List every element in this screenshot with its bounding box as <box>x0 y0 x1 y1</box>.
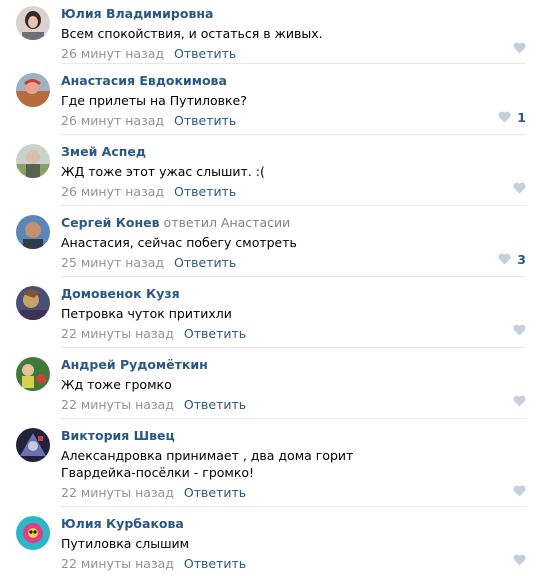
divider <box>61 134 526 135</box>
comment-text: Петровка чуток притихли <box>61 305 520 322</box>
like-button[interactable] <box>513 41 526 55</box>
comment-text-line: Гвардейка-посёлки - громко! <box>61 465 255 480</box>
reply-button[interactable]: Ответить <box>184 397 246 412</box>
author-link[interactable]: Юлия Курбакова <box>61 516 184 531</box>
avatar[interactable] <box>16 357 50 391</box>
comment-header: Виктория Швец <box>61 428 520 444</box>
avatar[interactable] <box>16 428 50 462</box>
avatar[interactable] <box>16 144 50 178</box>
comment-text-line: Анастасия, сейчас побегу смотреть <box>61 235 297 250</box>
reply-button[interactable]: Ответить <box>174 113 236 128</box>
comment-text: Жд тоже громко <box>61 376 520 393</box>
comment-text-line: Александровка принимает , два дома горит <box>61 448 354 463</box>
comment-time[interactable]: 26 минут назад <box>61 184 164 199</box>
heart-icon <box>513 395 526 407</box>
author-link[interactable]: Домовенок Кузя <box>61 286 180 301</box>
divider <box>61 63 526 64</box>
author-link[interactable]: Виктория Швец <box>61 428 175 443</box>
like-button[interactable] <box>513 394 526 408</box>
divider <box>61 506 526 507</box>
divider <box>61 418 526 419</box>
comment-header: Юлия Курбакова <box>61 516 520 532</box>
like-button[interactable]: 1 <box>498 109 526 125</box>
author-link[interactable]: Анастасия Евдокимова <box>61 73 227 88</box>
author-link[interactable]: Змей Аспед <box>61 144 146 159</box>
comment-header: Сергей Конев ответил Анастасии <box>61 215 520 231</box>
like-button[interactable]: 3 <box>498 251 526 267</box>
heart-icon <box>513 485 526 497</box>
like-button[interactable] <box>513 553 526 567</box>
heart-icon <box>513 554 526 566</box>
like-count: 1 <box>517 109 526 125</box>
comment-text: Путиловка слышим <box>61 535 520 552</box>
heart-icon <box>498 253 511 265</box>
comment-meta: 22 минуты назад Ответить <box>61 556 520 572</box>
like-count: 3 <box>517 251 526 267</box>
comment-time[interactable]: 22 минуты назад <box>61 397 174 412</box>
reply-button[interactable]: Ответить <box>174 255 236 270</box>
comment-text-line: Всем спокойствия, и остаться в живых. <box>61 26 323 41</box>
comment-time[interactable]: 26 минут назад <box>61 113 164 128</box>
comment-meta: 22 минуты назад Ответить <box>61 397 520 413</box>
comment-text-line: ЖД тоже этот ужас слышит. :( <box>61 164 265 179</box>
like-button[interactable] <box>513 484 526 498</box>
comment-header: Андрей Рудомёткин <box>61 357 520 373</box>
heart-icon <box>513 42 526 54</box>
comment-meta: 22 минуты назад Ответить <box>61 326 520 342</box>
avatar[interactable] <box>16 516 50 550</box>
comment-meta: 25 минут назад Ответить <box>61 255 520 271</box>
comment-time[interactable]: 25 минут назад <box>61 255 164 270</box>
reply-to-label[interactable]: ответил Анастасии <box>164 215 291 230</box>
like-button[interactable] <box>513 323 526 337</box>
divider <box>61 276 526 277</box>
comment-header: Юлия Владимировна <box>61 6 520 22</box>
avatar[interactable] <box>16 6 50 40</box>
comment-meta: 26 минут назад Ответить <box>61 184 520 200</box>
comment-text: Анастасия, сейчас побегу смотреть <box>61 234 520 251</box>
author-link[interactable]: Юлия Владимировна <box>61 6 213 21</box>
avatar[interactable] <box>16 73 50 107</box>
comment-meta: 26 минут назад Ответить <box>61 113 520 129</box>
comment-text: Всем спокойствия, и остаться в живых. <box>61 25 520 42</box>
author-link[interactable]: Сергей Конев <box>61 215 160 230</box>
comment-time[interactable]: 26 минут назад <box>61 46 164 61</box>
divider <box>61 205 526 206</box>
author-link[interactable]: Андрей Рудомёткин <box>61 357 208 372</box>
comment-time[interactable]: 22 минуты назад <box>61 556 174 571</box>
divider <box>61 347 526 348</box>
reply-button[interactable]: Ответить <box>174 184 236 199</box>
comment-text-line: Петровка чуток притихли <box>61 306 232 321</box>
comment-time[interactable]: 22 минуты назад <box>61 326 174 341</box>
reply-button[interactable]: Ответить <box>184 485 246 500</box>
heart-icon <box>498 111 511 123</box>
comment-header: Домовенок Кузя <box>61 286 520 302</box>
reply-button[interactable]: Ответить <box>174 46 236 61</box>
comment-header: Анастасия Евдокимова <box>61 73 520 89</box>
reply-button[interactable]: Ответить <box>184 556 246 571</box>
like-button[interactable] <box>513 181 526 195</box>
comment-meta: 22 минуты назад Ответить <box>61 485 520 501</box>
comment-meta: 26 минут назад Ответить <box>61 46 520 62</box>
reply-button[interactable]: Ответить <box>184 326 246 341</box>
heart-icon <box>513 182 526 194</box>
avatar[interactable] <box>16 286 50 320</box>
avatar[interactable] <box>16 215 50 249</box>
comment-text-line: Где прилеты на Путиловке? <box>61 93 247 108</box>
comment-text-line: Жд тоже громко <box>61 377 172 392</box>
heart-icon <box>513 324 526 336</box>
comment-text: ЖД тоже этот ужас слышит. :( <box>61 163 520 180</box>
comment-text: Александровка принимает , два дома горит… <box>61 447 520 481</box>
comment-text-line: Путиловка слышим <box>61 536 190 551</box>
comment-header: Змей Аспед <box>61 144 520 160</box>
comment-time[interactable]: 22 минуты назад <box>61 485 174 500</box>
comment-text: Где прилеты на Путиловке? <box>61 92 520 109</box>
